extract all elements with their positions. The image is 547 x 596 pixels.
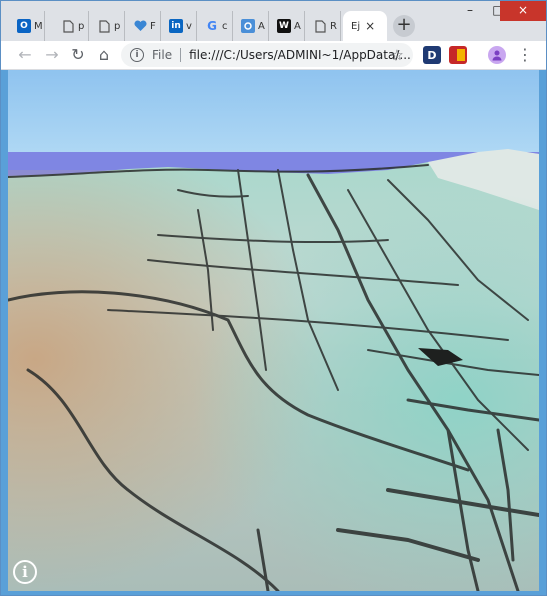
tab-strip: O M p p F in v G c A W A R Ej × + – □ ×: [1, 1, 546, 43]
tab-label: A: [294, 20, 301, 32]
browser-window: O M p p F in v G c A W A R Ej × + – □ × …: [0, 0, 547, 596]
url-text[interactable]: file:///C:/Users/ADMINI~1/AppData/...: [189, 48, 411, 62]
close-window-button[interactable]: ×: [500, 1, 546, 21]
url-scheme: File: [152, 48, 173, 62]
tab-label: R: [330, 20, 337, 32]
tab-outlook[interactable]: O M: [9, 11, 45, 41]
teal-area: [8, 170, 539, 591]
tab-google[interactable]: G c: [197, 11, 233, 41]
document-icon: [61, 19, 75, 33]
scene-viewport[interactable]: [8, 70, 539, 591]
tab-label: Ej: [351, 20, 361, 32]
red-extension-icon[interactable]: [449, 46, 467, 64]
google-icon: G: [207, 19, 217, 33]
info-icon[interactable]: i: [13, 560, 37, 584]
tab-label: A: [258, 20, 265, 32]
profile-avatar[interactable]: [488, 46, 506, 64]
outlook-icon: O: [17, 19, 31, 33]
menu-button[interactable]: ⋮: [513, 43, 537, 67]
new-tab-button[interactable]: +: [393, 15, 415, 37]
tab-label: F: [150, 20, 156, 32]
site-info-icon[interactable]: i: [130, 48, 144, 62]
divider: [180, 48, 182, 62]
wikipedia-icon: W: [277, 19, 291, 33]
dashlane-icon[interactable]: D: [423, 46, 441, 64]
minimize-button[interactable]: –: [456, 1, 484, 21]
tab-label: c: [222, 20, 228, 32]
tab-linkedin[interactable]: in v: [161, 11, 197, 41]
address-bar[interactable]: i File file:///C:/Users/ADMINI~1/AppData…: [121, 43, 413, 67]
document-icon: [313, 19, 327, 33]
tab-document[interactable]: R: [305, 11, 341, 41]
tab-wikipedia[interactable]: W A: [269, 11, 305, 41]
tab-label: p: [114, 20, 121, 32]
tab-app[interactable]: A: [233, 11, 269, 41]
tab-active[interactable]: Ej ×: [343, 11, 387, 41]
tab-label: M: [34, 20, 43, 32]
tab-label: p: [78, 20, 85, 32]
close-tab-icon[interactable]: ×: [365, 19, 375, 33]
reload-button[interactable]: ↻: [66, 43, 90, 67]
tab-document[interactable]: p: [53, 11, 89, 41]
linkedin-icon: in: [169, 19, 183, 33]
forward-button[interactable]: →: [40, 43, 64, 67]
tab-heart[interactable]: F: [125, 11, 161, 41]
tab-document[interactable]: p: [89, 11, 125, 41]
app-icon: [241, 19, 255, 33]
back-button[interactable]: ←: [13, 43, 37, 67]
tab-label: v: [186, 20, 192, 32]
home-button[interactable]: ⌂: [92, 43, 116, 67]
document-icon: [97, 19, 111, 33]
browser-toolbar: ← → ↻ ⌂ i File file:///C:/Users/ADMINI~1…: [1, 41, 546, 70]
terrain-scene[interactable]: [8, 70, 539, 591]
heart-pulse-icon: [133, 19, 147, 33]
bookmark-star-icon[interactable]: ☆: [385, 43, 409, 67]
